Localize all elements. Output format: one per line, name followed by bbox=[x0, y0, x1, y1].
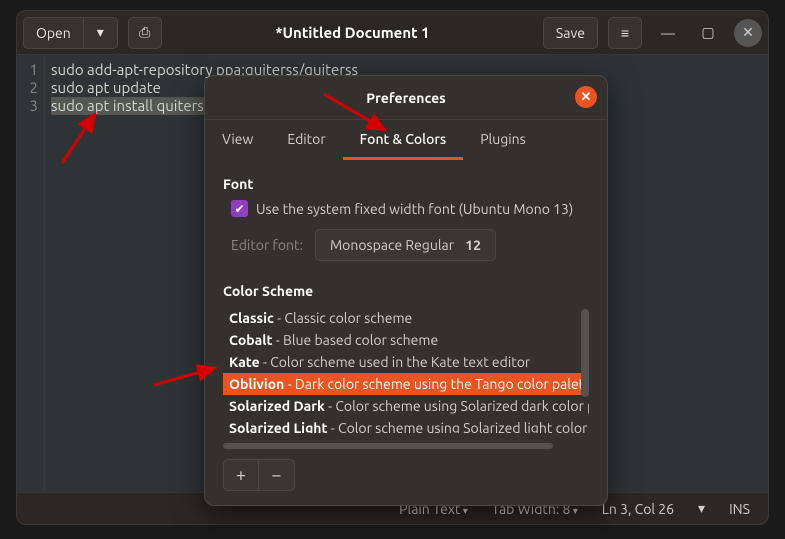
scheme-item[interactable]: Classic - Classic color scheme bbox=[223, 307, 589, 329]
tab-font-colors[interactable]: Font & Colors bbox=[343, 120, 464, 160]
font-size: 12 bbox=[465, 237, 481, 253]
h-scrollbar-thumb[interactable] bbox=[223, 443, 553, 449]
insert-mode[interactable]: INS bbox=[729, 501, 750, 517]
close-window-button[interactable]: ✕ bbox=[734, 19, 762, 47]
save-button[interactable]: Save bbox=[543, 17, 598, 49]
editor-font-button[interactable]: Monospace Regular 12 bbox=[315, 229, 496, 261]
scheme-item[interactable]: Cobalt - Blue based color scheme bbox=[223, 329, 589, 351]
remove-scheme-button[interactable]: − bbox=[259, 459, 295, 491]
editor-font-label: Editor font: bbox=[231, 237, 303, 253]
close-icon: ✕ bbox=[742, 24, 754, 41]
checkbox-label: Use the system fixed width font (Ubuntu … bbox=[256, 201, 573, 217]
dialog-body: Font ✔ Use the system fixed width font (… bbox=[205, 160, 607, 505]
hamburger-icon: ≡ bbox=[621, 25, 629, 41]
open-button-group: Open ▾ bbox=[23, 17, 118, 49]
line-number: 1 bbox=[17, 61, 38, 79]
preferences-dialog: Preferences ✕ View Editor Font & Colors … bbox=[204, 75, 608, 506]
plus-icon: + bbox=[236, 465, 246, 485]
color-scheme-list[interactable]: Classic - Classic color schemeCobalt - B… bbox=[223, 307, 589, 433]
tab-view[interactable]: View bbox=[205, 120, 270, 160]
scheme-list-buttons: + − bbox=[223, 459, 589, 491]
tab-editor[interactable]: Editor bbox=[270, 120, 342, 160]
editor-font-row: Editor font: Monospace Regular 12 bbox=[223, 229, 589, 261]
save-label: Save bbox=[556, 25, 585, 41]
minimize-icon: — bbox=[661, 25, 675, 41]
open-button[interactable]: Open bbox=[23, 17, 84, 49]
scheme-item[interactable]: Kate - Color scheme used in the Kate tex… bbox=[223, 351, 589, 373]
status-dropdown-icon[interactable]: ▾ bbox=[698, 500, 705, 517]
prefs-tabs: View Editor Font & Colors Plugins bbox=[205, 120, 607, 160]
new-tab-icon: ⎙ bbox=[139, 24, 150, 41]
open-label: Open bbox=[36, 25, 71, 41]
close-icon: ✕ bbox=[581, 90, 592, 105]
add-scheme-button[interactable]: + bbox=[223, 459, 259, 491]
maximize-button[interactable]: ▢ bbox=[694, 19, 722, 47]
titlebar: Open ▾ ⎙ *Untitled Document 1 Save ≡ — ▢… bbox=[17, 11, 768, 55]
scheme-item[interactable]: Solarized Light - Color scheme using Sol… bbox=[223, 417, 589, 433]
cursor-position: Ln 3, Col 26 bbox=[602, 501, 674, 517]
open-dropdown-button[interactable]: ▾ bbox=[84, 17, 118, 49]
dialog-close-button[interactable]: ✕ bbox=[575, 86, 597, 108]
scheme-item[interactable]: Solarized Dark - Color scheme using Sola… bbox=[223, 395, 589, 417]
hamburger-button[interactable]: ≡ bbox=[608, 17, 642, 49]
maximize-icon: ▢ bbox=[701, 24, 714, 41]
chevron-down-icon: ▾ bbox=[97, 24, 104, 41]
dialog-titlebar: Preferences ✕ bbox=[205, 76, 607, 120]
scrollbar-thumb[interactable] bbox=[581, 309, 589, 397]
font-name: Monospace Regular bbox=[330, 237, 454, 253]
line-number: 2 bbox=[17, 79, 38, 97]
font-section-title: Font bbox=[223, 176, 589, 192]
document-title: *Untitled Document 1 bbox=[168, 24, 537, 41]
color-scheme-section-title: Color Scheme bbox=[223, 283, 589, 299]
new-tab-button[interactable]: ⎙ bbox=[128, 17, 162, 49]
use-system-font-checkbox[interactable]: ✔ Use the system fixed width font (Ubunt… bbox=[223, 200, 589, 217]
dialog-title: Preferences bbox=[366, 90, 446, 106]
minus-icon: − bbox=[271, 465, 281, 485]
checkbox-checked-icon: ✔ bbox=[231, 200, 248, 217]
line-number: 3 bbox=[17, 97, 38, 115]
minimize-button[interactable]: — bbox=[654, 19, 682, 47]
line-gutter: 1 2 3 bbox=[17, 55, 45, 492]
scheme-item[interactable]: Oblivion - Dark color scheme using the T… bbox=[223, 373, 589, 395]
tab-plugins[interactable]: Plugins bbox=[463, 120, 543, 160]
